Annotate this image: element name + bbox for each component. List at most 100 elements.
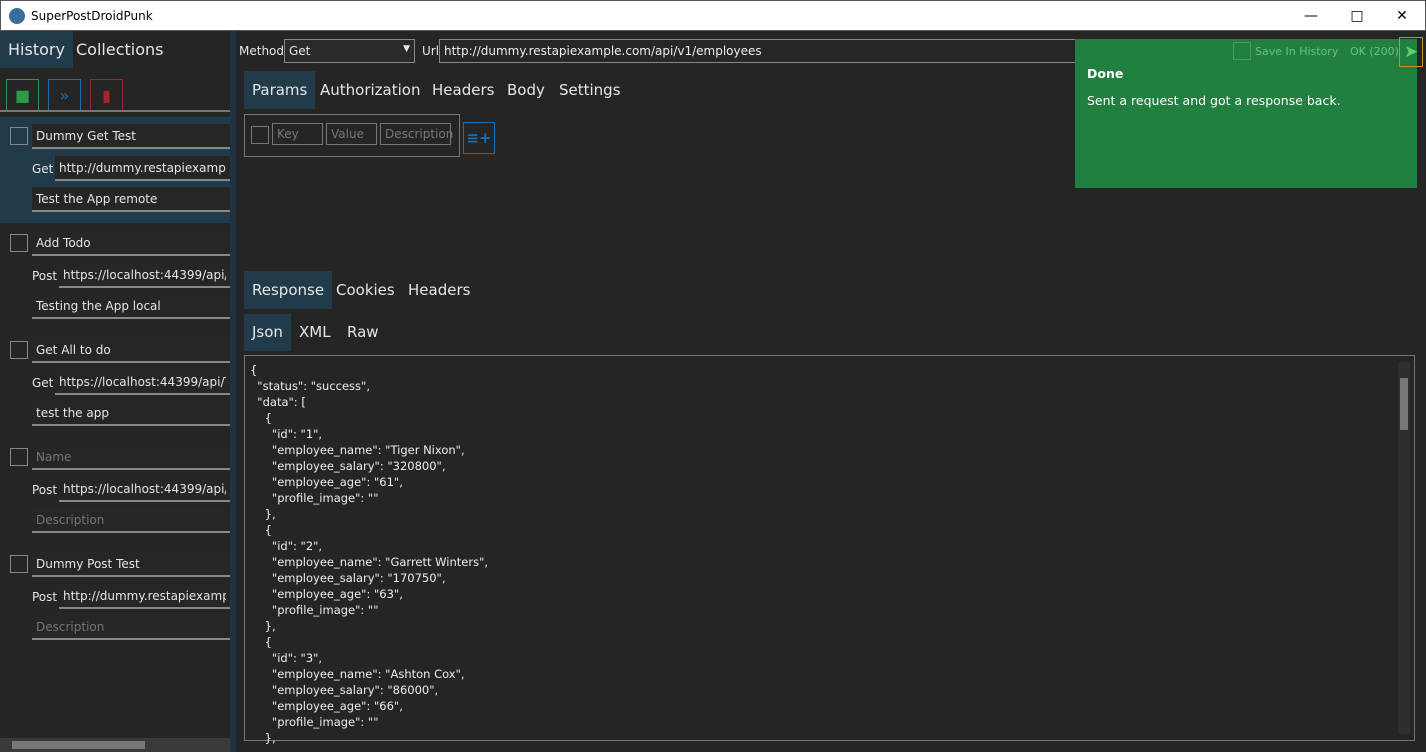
history-item[interactable]: Get (0, 117, 230, 223)
delete-button[interactable]: ▮ (90, 79, 123, 112)
json-line: "employee_age": "63", (250, 587, 403, 601)
json-line: "employee_salary": "86000", (250, 683, 439, 697)
item-method: Get (32, 162, 54, 176)
panel-splitter[interactable] (230, 31, 236, 752)
item-description-input[interactable] (32, 294, 230, 319)
minimize-button[interactable]: — (1300, 5, 1322, 27)
json-line: "employee_name": "Ashton Cox", (250, 667, 465, 681)
scrollbar-thumb[interactable] (12, 741, 145, 749)
tab-xml[interactable]: XML (291, 314, 339, 348)
floppy-icon: ■ (14, 86, 31, 105)
json-line: "data": [ (250, 395, 306, 409)
method-label: Method (239, 44, 285, 58)
history-item[interactable]: Post (0, 545, 230, 651)
json-line: { (250, 635, 272, 649)
item-description-input[interactable] (32, 615, 230, 640)
param-checkbox[interactable] (251, 126, 269, 144)
toast-message: Sent a request and got a response back. (1087, 93, 1341, 108)
send-button[interactable]: ➤ (1399, 37, 1423, 67)
item-name-input[interactable] (32, 338, 230, 363)
url-label: Url (422, 44, 440, 58)
trash-icon: ▮ (102, 86, 111, 105)
json-line: { (250, 523, 272, 537)
title-bar: SuperPostDroidPunk — □ ✕ (0, 0, 1426, 31)
maximize-button[interactable]: □ (1346, 5, 1368, 27)
json-line: "employee_salary": "320800", (250, 459, 446, 473)
item-name-input[interactable] (32, 552, 230, 577)
add-param-button[interactable]: ≡+ (463, 122, 495, 154)
item-url-input[interactable] (59, 584, 230, 609)
json-line: "employee_name": "Tiger Nixon", (250, 443, 465, 457)
item-checkbox[interactable] (10, 448, 28, 466)
tab-response-headers[interactable]: Headers (400, 271, 478, 306)
response-body[interactable]: { "status": "success", "data": [ { "id":… (244, 355, 1415, 745)
json-line: "employee_salary": "170750", (250, 571, 446, 585)
divider (0, 110, 230, 112)
tab-history[interactable]: History (0, 31, 73, 68)
item-name-input[interactable] (32, 445, 230, 470)
scrollbar-thumb[interactable] (1400, 378, 1408, 430)
json-line: "status": "success", (250, 379, 370, 393)
tab-authorization[interactable]: Authorization (312, 71, 428, 106)
item-description-input[interactable] (32, 508, 230, 533)
tab-response[interactable]: Response (244, 271, 333, 309)
item-checkbox[interactable] (10, 555, 28, 573)
item-method: Post (32, 269, 58, 283)
item-checkbox[interactable] (10, 341, 28, 359)
param-description-input[interactable]: Description (380, 123, 453, 145)
tab-collections[interactable]: Collections (68, 31, 171, 68)
toast-title: Done (1087, 66, 1124, 81)
tab-headers[interactable]: Headers (424, 71, 502, 106)
vertical-scrollbar[interactable] (1398, 362, 1410, 734)
json-line: "id": "1", (250, 427, 323, 441)
history-item[interactable]: Get (0, 331, 230, 437)
tab-raw[interactable]: Raw (339, 314, 387, 348)
item-name-input[interactable] (32, 124, 230, 149)
item-method: Get (32, 376, 54, 390)
json-line: { (250, 411, 272, 425)
item-url-input[interactable] (55, 370, 230, 395)
close-button[interactable]: ✕ (1391, 5, 1413, 27)
item-checkbox[interactable] (10, 234, 28, 252)
tab-settings[interactable]: Settings (551, 71, 629, 106)
json-line: "employee_age": "66", (250, 699, 403, 713)
item-url-input[interactable] (59, 263, 230, 288)
history-item[interactable]: Post (0, 438, 230, 544)
tab-params[interactable]: Params (244, 71, 316, 109)
json-line: "employee_age": "61", (250, 475, 403, 489)
item-description-input[interactable] (32, 401, 230, 426)
status-text: OK (200) (1350, 45, 1399, 58)
item-url-input[interactable] (55, 156, 230, 181)
horizontal-scrollbar[interactable] (0, 738, 230, 752)
item-method: Post (32, 590, 58, 604)
save-button[interactable]: ■ (6, 79, 39, 112)
window-title: SuperPostDroidPunk (31, 9, 153, 23)
json-line: "profile_image": "" (250, 603, 379, 617)
item-url-input[interactable] (59, 477, 230, 502)
notification-toast: Done Sent a request and got a response b… (1075, 39, 1417, 188)
chevron-down-icon: ▼ (403, 44, 410, 54)
tab-cookies[interactable]: Cookies (328, 271, 403, 306)
json-line: "id": "3", (250, 651, 323, 665)
item-method: Post (32, 483, 58, 497)
sidebar: History Collections ■ » ▮ Get Post Get P… (0, 31, 230, 752)
save-in-history-checkbox[interactable] (1233, 42, 1251, 60)
item-checkbox[interactable] (10, 127, 28, 145)
item-name-input[interactable] (32, 231, 230, 256)
history-item[interactable]: Post (0, 224, 230, 330)
method-select[interactable]: Get ▼ (284, 39, 415, 63)
send-icon: ➤ (1403, 42, 1419, 62)
json-line: }, (250, 731, 276, 745)
item-description-input[interactable] (32, 187, 230, 212)
param-row: Key Value Description (244, 114, 460, 157)
json-line: "id": "2", (250, 539, 323, 553)
json-line: }, (250, 619, 276, 633)
app-logo-icon (9, 8, 25, 24)
tab-json[interactable]: Json (244, 314, 291, 351)
response-json-text: { "status": "success", "data": [ { "id":… (245, 356, 1414, 752)
json-line: "profile_image": "" (250, 491, 379, 505)
tab-body[interactable]: Body (499, 71, 553, 106)
run-all-button[interactable]: » (48, 79, 81, 112)
param-value-input[interactable]: Value (326, 123, 377, 145)
param-key-input[interactable]: Key (272, 123, 323, 145)
